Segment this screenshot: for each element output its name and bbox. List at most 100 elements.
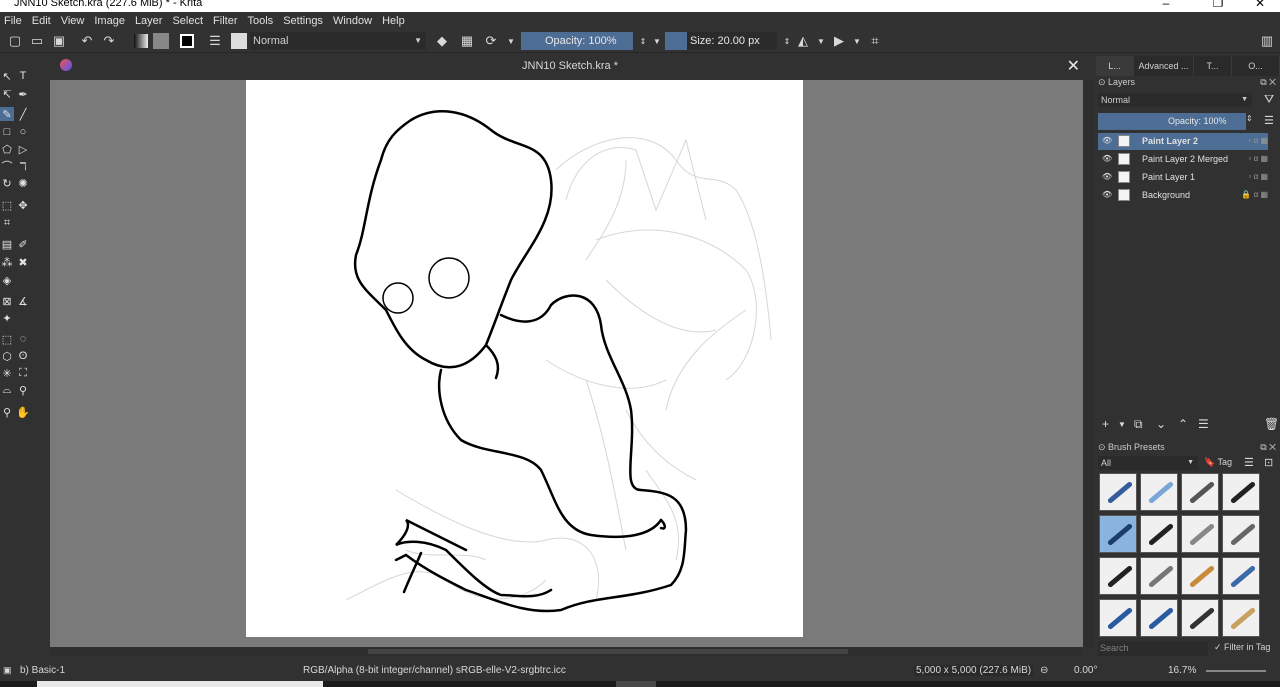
freehand-path-icon[interactable]: ℸ <box>16 159 30 173</box>
bezier-tool-icon[interactable]: ⌒ <box>0 159 14 173</box>
brush-search-input[interactable]: Search <box>1098 641 1208 656</box>
eye-icon[interactable]: 👁 <box>1102 172 1112 181</box>
tab-overview[interactable]: O... <box>1232 56 1280 76</box>
layers-panel-controls[interactable]: ⧉ ✕ <box>1260 77 1276 88</box>
chevron-down-icon[interactable]: ▼ <box>502 32 520 50</box>
gradient-tool-icon[interactable]: ▤ <box>0 237 14 251</box>
docker-toggle-icon[interactable]: ▥ <box>1258 32 1276 50</box>
dynamic-brush-icon[interactable]: ↻ <box>0 176 14 190</box>
freehand-select-icon[interactable]: ʘ <box>16 349 30 363</box>
pattern-icon[interactable] <box>152 32 170 50</box>
duplicate-layer-icon[interactable]: ⧉ <box>1134 417 1143 432</box>
rectangle-tool-icon[interactable]: □ <box>0 125 14 139</box>
ellipse-tool-icon[interactable]: ○ <box>16 125 30 139</box>
zoom-slider[interactable] <box>1206 670 1266 672</box>
brush-preset[interactable] <box>1181 473 1219 511</box>
maximize-button[interactable]: ❐ <box>1200 0 1236 10</box>
brush-preset[interactable] <box>1222 473 1260 511</box>
close-document-icon[interactable]: ✕ <box>1067 56 1080 76</box>
brush-preset[interactable] <box>1099 599 1137 637</box>
layer-row[interactable]: 👁 Background 🔒 α ▦ <box>1098 187 1268 204</box>
smart-patch-icon[interactable]: ✖ <box>16 255 30 269</box>
lock-icon[interactable]: 🔒 α ▦ <box>1241 190 1268 199</box>
wrap-around-icon[interactable]: ⌗ <box>866 32 884 50</box>
filter-icon[interactable]: ⛛ <box>1264 92 1274 107</box>
vertical-scrollbar[interactable] <box>1083 80 1093 647</box>
menu-tools[interactable]: Tools <box>248 15 274 27</box>
chevron-down-icon[interactable]: ▼ <box>848 32 866 50</box>
tab-advanced[interactable]: Advanced ... <box>1134 56 1194 76</box>
tab-layers[interactable]: L... <box>1096 56 1134 76</box>
layer-opacity-stepper[interactable]: ⇕ <box>1246 114 1253 123</box>
color-picker-icon[interactable]: ✐ <box>16 237 30 251</box>
reload-preset-icon[interactable]: ⟳ <box>482 32 500 50</box>
polygon-tool-icon[interactable]: ⬠ <box>0 142 14 156</box>
contiguous-select-icon[interactable]: ✳ <box>0 366 14 380</box>
brush-preset[interactable] <box>1140 473 1178 511</box>
open-document-icon[interactable]: ▭ <box>28 32 46 50</box>
alpha-lock-icon[interactable]: ▦ <box>458 32 476 50</box>
brush-preset[interactable] <box>1181 515 1219 553</box>
redo-icon[interactable]: ↷ <box>100 32 118 50</box>
brush-presets-controls[interactable]: ⧉ ✕ <box>1260 442 1276 453</box>
menu-help[interactable]: Help <box>382 15 405 27</box>
brush-preset-icon[interactable] <box>230 32 248 50</box>
ellipse-select-icon[interactable]: ◌ <box>16 332 30 346</box>
chevron-down-icon[interactable]: ▼ <box>812 32 830 50</box>
menu-view[interactable]: View <box>61 15 85 27</box>
horizontal-scrollbar[interactable] <box>50 647 1083 656</box>
brush-preset[interactable] <box>1222 515 1260 553</box>
polyline-tool-icon[interactable]: ▷ <box>16 142 30 156</box>
layer-flags-icon[interactable]: ▫ α ▦ <box>1249 154 1268 163</box>
brush-preset[interactable] <box>1099 557 1137 595</box>
chevron-down-icon[interactable]: ▼ <box>1118 420 1126 429</box>
import-icon[interactable]: ⊡ <box>1264 456 1273 469</box>
select-shapes-icon[interactable]: ↖ <box>0 69 14 83</box>
blend-mode-select[interactable]: Normal ▼ <box>250 32 426 50</box>
bezier-select-icon[interactable]: ⌓ <box>0 383 14 397</box>
freehand-brush-icon[interactable]: ✎ <box>0 107 14 121</box>
document-tab[interactable]: JNN10 Sketch.kra * ✕ <box>50 56 1090 79</box>
tab-tool-options[interactable]: T... <box>1194 56 1232 76</box>
brush-preset[interactable] <box>1140 515 1178 553</box>
brush-preset[interactable] <box>1222 599 1260 637</box>
layer-menu-icon[interactable]: ☰ <box>1264 114 1274 127</box>
layer-row[interactable]: 👁 Paint Layer 2 Merged ▫ α ▦ <box>1098 151 1268 168</box>
move-layer-down-icon[interactable]: ⌄ <box>1156 417 1166 431</box>
move-layer-up-icon[interactable]: ⌃ <box>1178 417 1188 431</box>
rotation-icon[interactable]: ⊖ <box>1040 665 1048 676</box>
assistant-tool-icon[interactable]: ⊠ <box>0 294 14 308</box>
image-size[interactable]: 5,000 x 5,000 (227.6 MiB) <box>914 665 1034 676</box>
eye-icon[interactable]: 👁 <box>1102 190 1112 199</box>
rotation-value[interactable]: 0.00° <box>1074 665 1097 676</box>
menu-image[interactable]: Image <box>94 15 125 27</box>
zoom-value[interactable]: 16.7% <box>1168 665 1196 676</box>
save-icon[interactable]: ▣ <box>50 32 68 50</box>
layer-row[interactable]: 👁 Paint Layer 1 ▫ α ▦ <box>1098 169 1268 186</box>
minimize-button[interactable]: – <box>1148 0 1184 10</box>
zoom-tool-icon[interactable]: ⚲ <box>0 405 14 419</box>
new-document-icon[interactable]: ▢ <box>6 32 24 50</box>
close-window-button[interactable]: ✕ <box>1242 0 1278 10</box>
crop-tool-icon[interactable]: ⌗ <box>0 216 14 230</box>
transform-tool-icon[interactable]: ⬚ <box>0 198 14 212</box>
fg-bg-color-icon[interactable] <box>178 32 196 50</box>
menu-window[interactable]: Window <box>333 15 372 27</box>
multibrush-icon[interactable]: ✺ <box>16 176 30 190</box>
brush-settings-icon[interactable]: ☰ <box>206 32 224 50</box>
brush-filter-select[interactable]: All ▼ <box>1098 456 1198 470</box>
brush-preset[interactable] <box>1181 599 1219 637</box>
layer-flags-icon[interactable]: ▫ α ▦ <box>1249 172 1268 181</box>
menu-file[interactable]: File <box>4 15 22 27</box>
brush-preset-selected[interactable] <box>1099 515 1137 553</box>
reference-tool-icon[interactable]: ✦ <box>0 311 14 325</box>
brush-preset[interactable] <box>1140 599 1178 637</box>
colorize-mask-icon[interactable]: ⁂ <box>0 255 14 269</box>
delete-layer-icon[interactable]: 🗑 <box>1264 417 1279 431</box>
brush-preset[interactable] <box>1222 557 1260 595</box>
tag-button[interactable]: 🔖 Tag <box>1204 457 1232 468</box>
brush-preset[interactable] <box>1099 473 1137 511</box>
measure-tool-icon[interactable]: ∡ <box>16 294 30 308</box>
layer-flags-icon[interactable]: ▫ α ▦ <box>1249 136 1268 145</box>
mirror-horizontal-icon[interactable]: ◭ <box>794 32 812 50</box>
